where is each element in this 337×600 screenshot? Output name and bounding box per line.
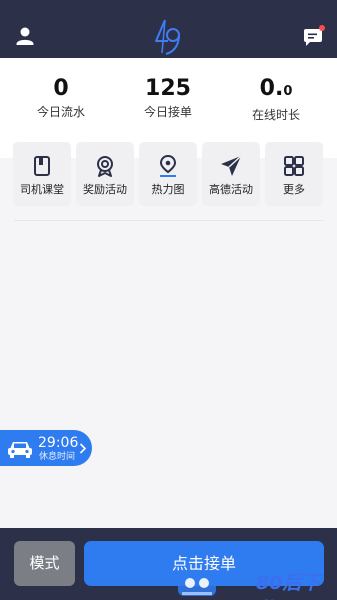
rest-label: 休息时间 xyxy=(39,452,76,462)
stat-value: 125 xyxy=(145,76,191,101)
stat-label: 在线时长 xyxy=(251,108,300,122)
medal-icon xyxy=(97,156,113,177)
divider xyxy=(14,220,323,221)
tile-heatmap[interactable]: 热力图 xyxy=(139,142,197,206)
brand-logo-icon xyxy=(155,19,180,55)
watermark-text: 80后下载 xyxy=(256,572,321,600)
grid-icon xyxy=(284,156,304,176)
tile-label: 奖励活动 xyxy=(83,183,127,196)
tile-label: 高德活动 xyxy=(209,183,253,196)
car-icon xyxy=(8,442,32,458)
book-icon xyxy=(34,156,50,176)
mode-button[interactable]: 模式 xyxy=(14,541,75,586)
rest-time: 29:06 xyxy=(38,435,79,451)
tile-label: 更多 xyxy=(283,183,305,196)
tile-label: 热力图 xyxy=(151,183,185,196)
send-icon xyxy=(221,155,242,176)
stat-today-income[interactable]: 0 今日流水 xyxy=(5,76,117,120)
tile-more[interactable]: 更多 xyxy=(265,142,323,206)
stat-value-main: 0. xyxy=(259,76,284,101)
user-icon[interactable] xyxy=(14,25,36,47)
stat-today-orders[interactable]: 125 今日接单 xyxy=(112,76,224,120)
stat-label: 今日流水 xyxy=(36,105,85,119)
tile-driver-class[interactable]: 司机课堂 xyxy=(13,142,71,206)
tile-amap-activity[interactable]: 高德活动 xyxy=(202,142,260,206)
unread-dot xyxy=(319,25,325,31)
stat-value: 0.0 xyxy=(220,76,332,105)
stat-online-time[interactable]: 0.0 在线时长 xyxy=(220,76,332,123)
chevron-right-icon xyxy=(79,443,87,454)
tile-reward-activity[interactable]: 奖励活动 xyxy=(76,142,134,206)
tile-label: 司机课堂 xyxy=(20,183,64,196)
stat-value: 0 xyxy=(53,76,69,101)
stat-value-decimal: 0 xyxy=(283,84,293,99)
map-pin-icon xyxy=(159,154,177,177)
rest-timer-button[interactable]: 29:06 休息时间 xyxy=(0,430,92,466)
stat-label: 今日接单 xyxy=(143,105,192,119)
